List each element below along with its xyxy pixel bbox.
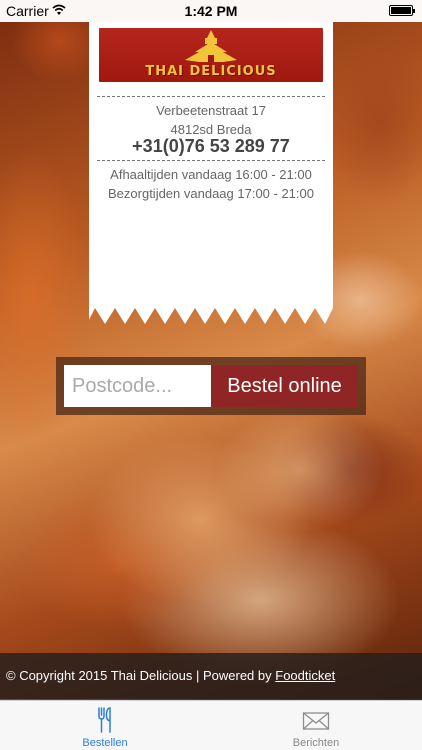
temple-icon bbox=[185, 30, 237, 62]
status-bar: Carrier 1:42 PM bbox=[0, 0, 422, 22]
tab-bar: Bestellen Berichten bbox=[0, 700, 422, 750]
tab-berichten[interactable]: Berichten bbox=[246, 701, 386, 750]
foodticket-link[interactable]: Foodticket bbox=[275, 668, 335, 683]
logo-text: THAI DELICIOUS bbox=[145, 64, 277, 79]
restaurant-info-card: THAI DELICIOUS Verbeetenstraat 17 4812sd… bbox=[89, 22, 333, 326]
copyright-text: © Copyright 2015 Thai Delicious | Powere… bbox=[6, 668, 276, 683]
status-time: 1:42 PM bbox=[184, 3, 238, 19]
card-body: THAI DELICIOUS Verbeetenstraat 17 4812sd… bbox=[89, 22, 333, 308]
address-street: Verbeetenstraat 17 bbox=[156, 103, 266, 118]
tab-bestellen-label: Bestellen bbox=[82, 737, 128, 749]
postcode-input[interactable] bbox=[64, 365, 211, 407]
order-online-button[interactable]: Bestel online bbox=[211, 365, 358, 407]
pickup-times: Afhaaltijden vandaag 16:00 - 21:00 bbox=[110, 167, 312, 182]
battery-icon bbox=[389, 5, 415, 16]
footer-bar: © Copyright 2015 Thai Delicious | Powere… bbox=[0, 653, 422, 699]
dashed-divider bbox=[97, 96, 325, 97]
envelope-icon bbox=[302, 712, 330, 730]
receipt-zigzag-edge bbox=[89, 306, 333, 324]
order-panel: Bestel online bbox=[56, 357, 366, 415]
tab-bestellen[interactable]: Bestellen bbox=[35, 701, 175, 750]
address-city: 4812sd Breda bbox=[170, 122, 252, 137]
fork-knife-icon bbox=[98, 707, 111, 733]
delivery-times: Bezorgtijden vandaag 17:00 - 21:00 bbox=[108, 186, 314, 201]
dashed-divider bbox=[97, 160, 325, 161]
phone-number[interactable]: +31(0)76 53 289 77 bbox=[89, 136, 333, 157]
restaurant-logo: THAI DELICIOUS bbox=[99, 28, 323, 82]
tab-berichten-label: Berichten bbox=[292, 737, 340, 749]
